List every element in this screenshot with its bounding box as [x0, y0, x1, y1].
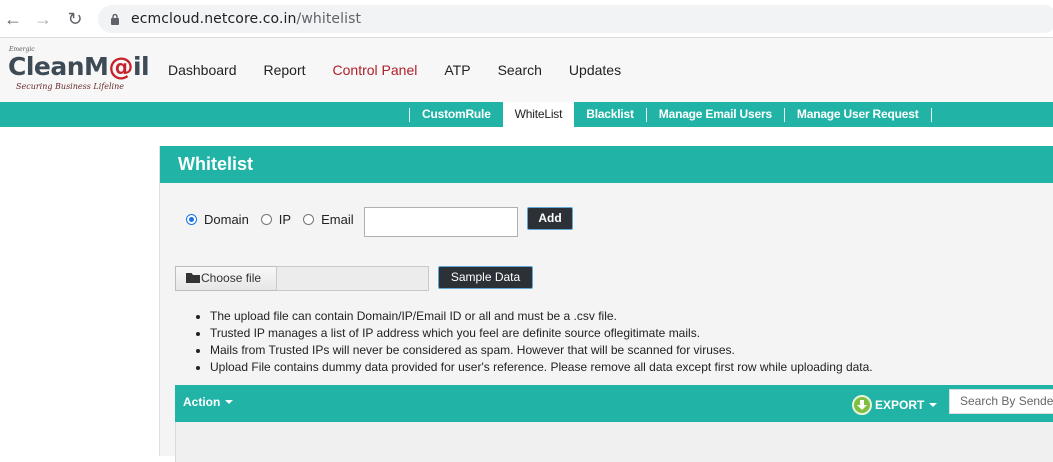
logo-tagline: Securing Business Lifeline	[16, 82, 124, 91]
upload-notes-list: The upload file can contain Domain/IP/Em…	[210, 308, 873, 376]
logo-brand-part: M	[84, 52, 109, 81]
whitelist-panel: Whitelist Domain IP Email Add Choose fil…	[159, 146, 1053, 462]
folder-open-icon	[186, 273, 200, 283]
radio-ip-label[interactable]: IP	[279, 212, 291, 227]
action-label: Action	[183, 395, 221, 409]
radio-email[interactable]	[303, 214, 315, 225]
action-dropdown[interactable]: Action	[183, 395, 234, 409]
entry-input[interactable]	[364, 207, 518, 237]
table-toolbar: Action EXPORT Search By Sender	[175, 385, 1053, 422]
sub-nav-separator	[409, 107, 410, 122]
tab-customrule[interactable]: CustomRule	[410, 102, 503, 127]
table-body	[175, 422, 1053, 462]
address-bar[interactable]: ecmcloud.netcore.co.in/whitelist	[98, 5, 1053, 33]
app-header: Emergic CleanM@il Securing Business Life…	[0, 38, 1053, 102]
url-text: ecmcloud.netcore.co.in/whitelist	[131, 11, 361, 27]
lock-icon	[111, 13, 119, 25]
forward-arrow-icon[interactable]: →	[32, 8, 54, 30]
sub-nav-bar: CustomRule WhiteList Blacklist Manage Em…	[0, 102, 1053, 127]
nav-control-panel[interactable]: Control Panel	[333, 62, 418, 78]
export-button[interactable]: EXPORT	[852, 395, 938, 415]
choose-file-button[interactable]: Choose file	[175, 266, 277, 291]
list-item: Upload File contains dummy data provided…	[210, 359, 873, 376]
radio-domain-label[interactable]: Domain	[204, 212, 249, 227]
list-item: Mails from Trusted IPs will never be con…	[210, 342, 873, 359]
export-label: EXPORT	[875, 398, 925, 412]
nav-atp[interactable]: ATP	[444, 62, 470, 78]
tab-whitelist[interactable]: WhiteList	[502, 102, 575, 127]
browser-toolbar: ← → ↻ ecmcloud.netcore.co.in/whitelist	[0, 0, 1053, 38]
nav-report[interactable]: Report	[264, 62, 306, 78]
page-title: Whitelist	[178, 154, 253, 174]
back-arrow-icon[interactable]: ←	[2, 8, 24, 30]
add-button[interactable]: Add	[527, 207, 573, 230]
sub-nav-separator	[783, 107, 785, 122]
url-path: /whitelist	[296, 11, 362, 27]
panel-header: Whitelist	[160, 146, 1053, 183]
entry-type-radio-group: Domain IP Email	[186, 212, 366, 227]
sample-data-button[interactable]: Sample Data	[438, 266, 533, 289]
list-item: The upload file can contain Domain/IP/Em…	[210, 308, 873, 325]
tab-manage-user-request[interactable]: Manage User Request	[785, 102, 931, 127]
nav-dashboard[interactable]: Dashboard	[168, 62, 237, 78]
download-icon	[852, 395, 872, 415]
tab-blacklist[interactable]: Blacklist	[574, 102, 646, 127]
choose-file-label: Choose file	[201, 271, 262, 285]
tab-manage-email-users[interactable]: Manage Email Users	[647, 102, 784, 127]
logo-brand-at: @	[108, 52, 133, 81]
logo-brand-part: Clean	[8, 52, 85, 81]
file-name-field	[276, 266, 429, 291]
cleanmail-logo[interactable]: Emergic CleanM@il Securing Business Life…	[8, 46, 150, 96]
list-item: Trusted IP manages a list of IP address …	[210, 325, 873, 342]
url-host: ecmcloud.netcore.co.in	[131, 11, 297, 27]
chevron-down-icon	[225, 400, 234, 404]
nav-search[interactable]: Search	[498, 62, 542, 78]
logo-brand: CleanM@il	[8, 52, 150, 81]
sub-nav-separator	[645, 107, 647, 122]
main-nav: Dashboard Report Control Panel ATP Searc…	[168, 62, 648, 78]
sub-nav-separator	[930, 107, 932, 122]
logo-brand-part: il	[132, 52, 150, 81]
radio-ip[interactable]	[260, 214, 272, 225]
chevron-down-icon	[929, 403, 938, 407]
search-by-sender-input[interactable]: Search By Sender	[949, 389, 1053, 414]
sub-nav: CustomRule WhiteList Blacklist Manage Em…	[409, 102, 932, 127]
radio-email-label[interactable]: Email	[321, 212, 354, 227]
nav-updates[interactable]: Updates	[569, 62, 621, 78]
reload-icon[interactable]: ↻	[64, 8, 86, 30]
radio-domain[interactable]	[186, 214, 197, 225]
